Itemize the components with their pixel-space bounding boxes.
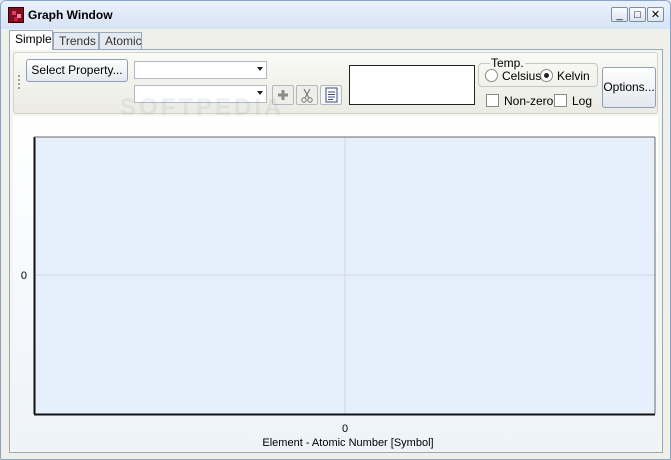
nonzero-checkbox[interactable] (486, 94, 499, 107)
tab-trends[interactable]: Trends (53, 32, 99, 49)
cut-button[interactable] (296, 85, 318, 105)
temp-group-label: Temp. (490, 56, 525, 70)
color-preview-box (349, 65, 475, 105)
maximize-button[interactable]: □ (629, 7, 646, 22)
close-button[interactable]: ✕ (647, 7, 664, 22)
watermark-text: SOFTPEDIA (120, 94, 285, 121)
minimize-button[interactable]: _ (611, 7, 628, 22)
celsius-label: Celsius (502, 69, 542, 83)
celsius-radio[interactable] (485, 69, 498, 82)
scissors-icon (301, 88, 313, 103)
window-title: Graph Window (28, 8, 113, 22)
tab-atomic[interactable]: Atomic (99, 32, 142, 49)
simple-panel: Select Property... Temp. Celsius Kelvin … (9, 49, 663, 453)
nonzero-label: Non-zero (504, 94, 554, 108)
copy-button[interactable] (320, 85, 342, 105)
toolbar-grip[interactable] (18, 75, 22, 89)
log-checkbox[interactable] (554, 94, 567, 107)
app-icon (8, 7, 24, 23)
kelvin-radio[interactable] (540, 69, 553, 82)
chart-area: 0 0 Element - Atomic Number [Symbol] (13, 116, 658, 450)
select-property-button[interactable]: Select Property... (26, 59, 128, 82)
x-axis-title: Element - Atomic Number [Symbol] (262, 437, 433, 449)
title-bar[interactable]: Graph Window _ □ ✕ (1, 1, 670, 29)
options-button[interactable]: Options... (602, 67, 656, 108)
log-label: Log (572, 94, 593, 108)
y-tick-label: 0 (21, 270, 27, 282)
graph-window: Graph Window _ □ ✕ Simple Trends Atomic … (0, 0, 671, 460)
property-combo-1[interactable] (134, 61, 267, 79)
toolbar: Select Property... Temp. Celsius Kelvin … (13, 52, 658, 114)
tab-simple[interactable]: Simple (9, 30, 53, 50)
x-tick-label: 0 (342, 423, 348, 435)
chart-svg: 0 0 Element - Atomic Number [Symbol] (21, 136, 656, 449)
kelvin-label: Kelvin (557, 69, 590, 83)
document-icon (325, 87, 338, 103)
chevron-down-icon (257, 67, 263, 71)
